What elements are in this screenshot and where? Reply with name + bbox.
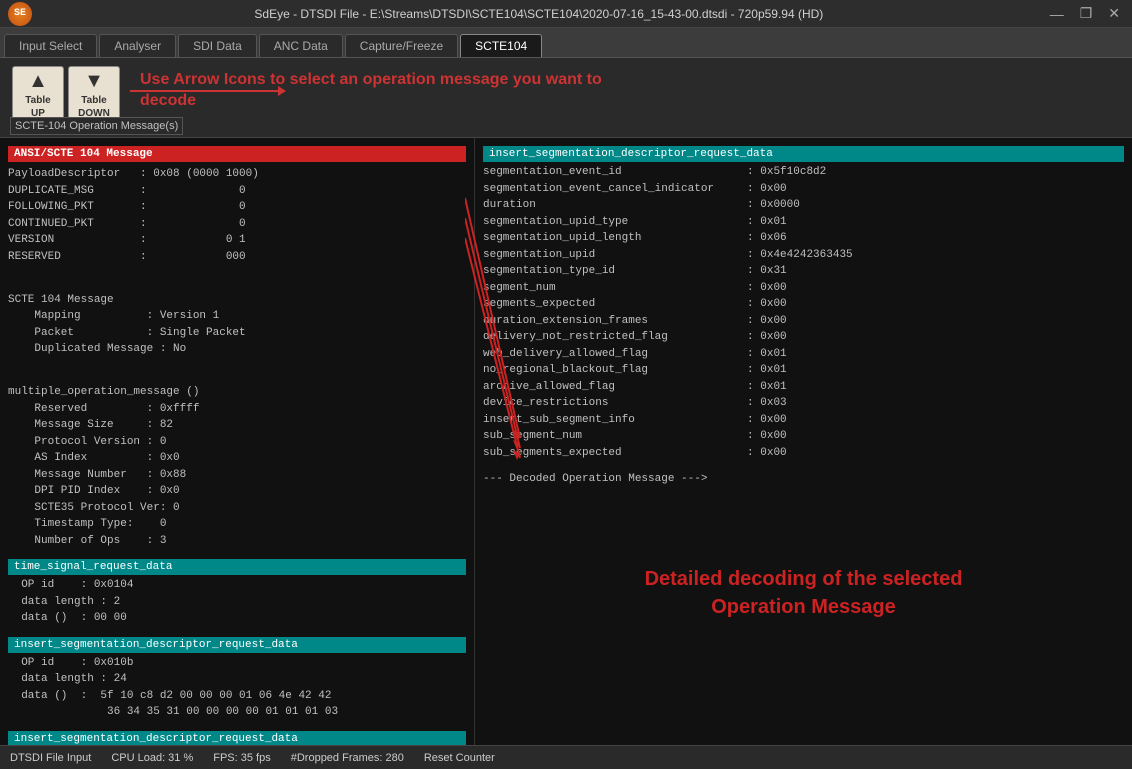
- titlebar-controls: — ❐ ✕: [1046, 5, 1124, 22]
- right-field-14: device_restrictions : 0x03: [483, 395, 1124, 412]
- right-field-4: segmentation_upid_length : 0x06: [483, 230, 1124, 247]
- multi-op-label: multiple_operation_message (): [8, 384, 466, 401]
- arrow-down-icon: ▼: [84, 70, 104, 93]
- timestamp-type: Timestamp Type: 0: [8, 516, 466, 533]
- reserved-val: Reserved : 0xffff: [8, 401, 466, 418]
- right-field-0: segmentation_event_id : 0x5f10c8d2: [483, 164, 1124, 181]
- right-field-16: sub_segment_num : 0x00: [483, 428, 1124, 445]
- arrow-line: [130, 90, 285, 92]
- close-button[interactable]: ✕: [1104, 5, 1124, 22]
- packet-line: Packet : Single Packet: [8, 325, 466, 342]
- proto-ver: Protocol Version : 0: [8, 434, 466, 451]
- right-field-15: insert_sub_segment_info : 0x00: [483, 412, 1124, 429]
- scte104-msg-label: [8, 275, 466, 292]
- maximize-button[interactable]: ❐: [1076, 5, 1097, 22]
- ansi-header: ANSI/SCTE 104 Message: [8, 146, 466, 162]
- right-field-11: web_delivery_allowed_flag : 0x01: [483, 346, 1124, 363]
- ansi-block: ANSI/SCTE 104 Message PayloadDescriptor …: [8, 146, 466, 265]
- arrow-up-icon: ▲: [28, 70, 48, 93]
- right-header-block: insert_segmentation_descriptor_request_d…: [483, 146, 1124, 461]
- table-down-label-1: Table: [81, 95, 106, 106]
- right-field-8: segments_expected : 0x00: [483, 296, 1124, 313]
- titlebar-title: SdEye - DTSDI File - E:\Streams\DTSDI\SC…: [32, 7, 1046, 21]
- right-field-6: segmentation_type_id : 0x31: [483, 263, 1124, 280]
- scte104-header: SCTE 104 Message: [8, 292, 466, 309]
- seg1-data-2: 36 34 35 31 00 00 00 00 01 01 01 03: [8, 704, 466, 721]
- time-signal-block: time_signal_request_data OP id : 0x0104 …: [8, 559, 466, 627]
- detail-text: Detailed decoding of the selectedOperati…: [483, 565, 1124, 621]
- status-input: DTSDI File Input: [10, 752, 91, 764]
- titlebar: SE SdEye - DTSDI File - E:\Streams\DTSDI…: [0, 0, 1132, 28]
- status-dropped: #Dropped Frames: 280: [291, 752, 404, 764]
- msg-number: Message Number : 0x88: [8, 467, 466, 484]
- right-field-13: archive_allowed_flag : 0x01: [483, 379, 1124, 396]
- toolbar-buttons: ▲ Table UP ▼ Table DOWN: [12, 66, 120, 122]
- right-field-7: segment_num : 0x00: [483, 280, 1124, 297]
- payload-descriptor-line: PayloadDescriptor : 0x08 (0000 1000): [8, 166, 466, 183]
- scte35-proto: SCTE35 Protocol Ver: 0: [8, 500, 466, 517]
- tab-scte104[interactable]: SCTE104: [460, 34, 542, 57]
- right-main-header: insert_segmentation_descriptor_request_d…: [483, 146, 1124, 162]
- right-field-2: duration : 0x0000: [483, 197, 1124, 214]
- status-cpu: CPU Load: 31 %: [111, 752, 193, 764]
- multi-op-block: multiple_operation_message () Reserved :…: [8, 368, 466, 550]
- content-wrapper: ANSI/SCTE 104 Message PayloadDescriptor …: [0, 138, 1132, 745]
- seg1-op-id: OP id : 0x010b: [8, 655, 466, 672]
- table-down-button[interactable]: ▼ Table DOWN: [68, 66, 120, 122]
- right-field-1: segmentation_event_cancel_indicator : 0x…: [483, 181, 1124, 198]
- right-field-3: segmentation_upid_type : 0x01: [483, 214, 1124, 231]
- tab-analyser[interactable]: Analyser: [99, 34, 176, 57]
- status-fps: FPS: 35 fps: [213, 752, 270, 764]
- decoded-msg-text: --- Decoded Operation Message --->: [483, 473, 1124, 485]
- seg1-data-1: data () : 5f 10 c8 d2 00 00 00 01 06 4e …: [8, 688, 466, 705]
- right-field-5: segmentation_upid : 0x4e4242363435: [483, 247, 1124, 264]
- duplicated-line: Duplicated Message : No: [8, 341, 466, 358]
- toolbar: ▲ Table UP ▼ Table DOWN Use Arrow Icons …: [0, 58, 1132, 138]
- ts-data: data () : 00 00: [8, 610, 466, 627]
- duplicate-msg-line: DUPLICATE_MSG : 0: [8, 183, 466, 200]
- right-fields: segmentation_event_id : 0x5f10c8d2segmen…: [483, 164, 1124, 461]
- table-up-button[interactable]: ▲ Table UP: [12, 66, 64, 122]
- right-field-10: delivery_not_restricted_flag : 0x00: [483, 329, 1124, 346]
- dpi-pid: DPI PID Index : 0x0: [8, 483, 466, 500]
- ts-op-id: OP id : 0x0104: [8, 577, 466, 594]
- tab-sdi-data[interactable]: SDI Data: [178, 34, 257, 57]
- insert-seg-header-2: insert_segmentation_descriptor_request_d…: [8, 731, 466, 746]
- insert-seg-block-1: insert_segmentation_descriptor_request_d…: [8, 637, 466, 721]
- spacer1: [8, 368, 466, 385]
- right-field-9: duration_extension_frames : 0x00: [483, 313, 1124, 330]
- table-up-label-1: Table: [25, 95, 50, 106]
- scte104-block: SCTE 104 Message Mapping : Version 1 Pac…: [8, 275, 466, 358]
- continued-pkt-line: CONTINUED_PKT : 0: [8, 216, 466, 233]
- right-field-12: no_regional_blackout_flag : 0x01: [483, 362, 1124, 379]
- msg-size: Message Size : 82: [8, 417, 466, 434]
- tab-input-select[interactable]: Input Select: [4, 34, 97, 57]
- mapping-line: Mapping : Version 1: [8, 308, 466, 325]
- app-logo: SE: [8, 2, 32, 26]
- right-field-17: sub_segments_expected : 0x00: [483, 445, 1124, 462]
- following-pkt-line: FOLLOWING_PKT : 0: [8, 199, 466, 216]
- minimize-button[interactable]: —: [1046, 5, 1068, 22]
- as-index: AS Index : 0x0: [8, 450, 466, 467]
- tab-capture-freeze[interactable]: Capture/Freeze: [345, 34, 458, 57]
- insert-seg-header-1: insert_segmentation_descriptor_request_d…: [8, 637, 466, 653]
- toolbar-label: SCTE-104 Operation Message(s): [10, 117, 183, 135]
- reserved-line: RESERVED : 000: [8, 249, 466, 266]
- right-panel[interactable]: insert_segmentation_descriptor_request_d…: [475, 138, 1132, 745]
- time-signal-header: time_signal_request_data: [8, 559, 466, 575]
- statusbar: DTSDI File Input CPU Load: 31 % FPS: 35 …: [0, 745, 1132, 769]
- seg1-data-length: data length : 24: [8, 671, 466, 688]
- ts-data-length: data length : 2: [8, 594, 466, 611]
- left-panel[interactable]: ANSI/SCTE 104 Message PayloadDescriptor …: [0, 138, 475, 745]
- tab-anc-data[interactable]: ANC Data: [259, 34, 343, 57]
- reset-counter-button[interactable]: Reset Counter: [424, 752, 495, 764]
- version-line: VERSION : 0 1: [8, 232, 466, 249]
- num-ops: Number of Ops : 3: [8, 533, 466, 550]
- tabbar: Input Select Analyser SDI Data ANC Data …: [0, 28, 1132, 58]
- insert-seg-block-2: insert_segmentation_descriptor_request_d…: [8, 731, 466, 746]
